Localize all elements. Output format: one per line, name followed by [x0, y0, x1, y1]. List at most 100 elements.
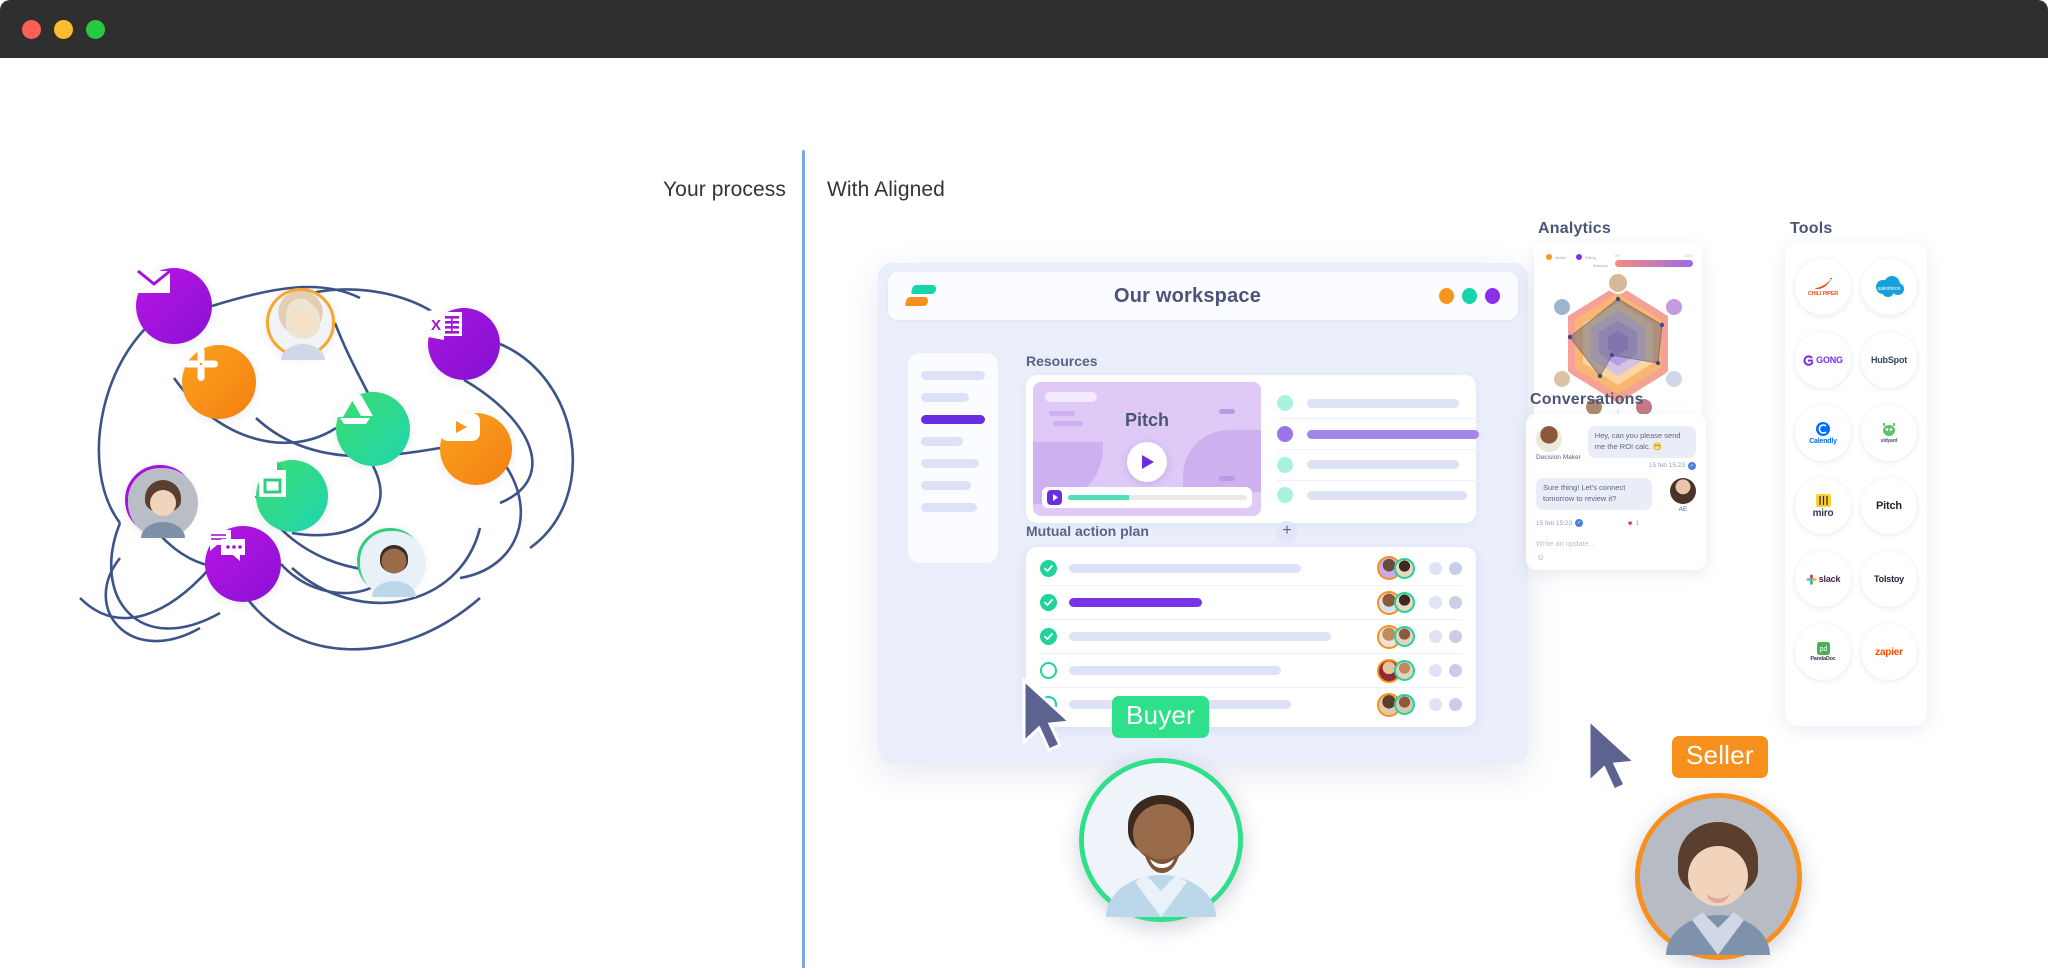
resource-item[interactable] [1277, 418, 1479, 449]
vidyard-icon [1883, 423, 1895, 436]
row-status-dots[interactable] [1429, 596, 1462, 609]
table-row[interactable] [1040, 585, 1462, 619]
tool-miro[interactable]: miro [1795, 478, 1851, 534]
table-row[interactable] [1040, 619, 1462, 653]
avatar-photo [1640, 798, 1796, 955]
reaction-heart-icon[interactable]: ♥ [1628, 519, 1633, 528]
checkbox-checked[interactable] [1040, 559, 1057, 577]
task-title-placeholder [1069, 632, 1331, 641]
google-docs-icon [259, 461, 286, 497]
tool-salesforce[interactable]: salesforce [1861, 259, 1917, 315]
message-meta: 15 feb 15:23 ✓ ♥ 1 [1536, 519, 1696, 528]
slack-icon [1806, 574, 1817, 585]
window-titlebar [0, 0, 2048, 58]
tool-pandadoc[interactable]: pd PandaDoc [1795, 624, 1851, 680]
sidebar-item[interactable] [921, 371, 985, 380]
row-status-dots[interactable] [1429, 664, 1462, 677]
conversations-card: Decision Maker Hey, can you please send … [1526, 414, 1706, 570]
workspace-sidebar[interactable] [908, 353, 998, 563]
resources-label: Resources [1026, 353, 1098, 369]
reaction-count: 1 [1635, 519, 1640, 527]
tool-pitch[interactable]: Pitch [1861, 478, 1917, 534]
conversation-composer[interactable]: Write an update... ☺ [1536, 539, 1696, 562]
tool-label: vidyard [1880, 438, 1898, 444]
youtube-node[interactable] [440, 413, 512, 485]
workspace-header: Our workspace [888, 272, 1518, 320]
row-status-dots[interactable] [1429, 561, 1462, 575]
emoji-icon[interactable]: ☺ [1536, 552, 1696, 562]
gdrive-node[interactable] [336, 392, 410, 466]
assignee-avatars[interactable] [1377, 658, 1415, 683]
checkbox-checked[interactable] [1040, 594, 1057, 611]
mini-play-icon[interactable] [1047, 490, 1062, 505]
minimize-button[interactable] [54, 19, 73, 39]
chart-legend: Active Sitting [1546, 254, 1596, 260]
avatar-photo [360, 531, 426, 597]
tool-tolstoy[interactable]: Tolstoy [1861, 551, 1917, 607]
avatar-node-2[interactable] [125, 465, 198, 538]
aligned-product-mock: Our workspace Resources Pitch Mutual act… [820, 198, 2000, 958]
task-title-placeholder [1069, 666, 1281, 675]
checkbox-checked[interactable] [1040, 628, 1057, 645]
sidebar-item[interactable] [921, 393, 969, 402]
add-action-item-button[interactable]: + [1276, 521, 1298, 543]
workspace-window-dots [1439, 288, 1500, 304]
email-node[interactable] [136, 268, 212, 344]
maximize-button[interactable] [86, 19, 105, 39]
assignee-avatars[interactable] [1377, 590, 1415, 615]
gdocs-node[interactable] [256, 460, 328, 532]
legend-item-active: Active [1546, 254, 1566, 260]
message-input-placeholder[interactable]: Write an update... [1536, 539, 1696, 548]
avatar-node-1[interactable] [266, 288, 335, 360]
resource-item[interactable] [1277, 479, 1479, 511]
pitch-video-thumbnail[interactable]: Pitch [1033, 382, 1261, 516]
table-row[interactable] [1040, 687, 1462, 721]
resource-item[interactable] [1277, 388, 1479, 418]
row-status-dots[interactable] [1429, 630, 1462, 643]
calendly-icon [1816, 422, 1830, 436]
tool-zapier[interactable]: zapier [1861, 624, 1917, 680]
pitch-progress-bar[interactable] [1042, 487, 1252, 508]
tool-slack[interactable]: slack [1795, 551, 1851, 607]
status-dot [1277, 426, 1293, 443]
chat-node[interactable] [205, 526, 281, 602]
summary-progress: 0% 100% Summary [1593, 254, 1693, 268]
tool-chili-piper[interactable]: CHILI PIPER [1795, 259, 1851, 315]
row-status-dots[interactable] [1429, 698, 1462, 711]
chat-bubbles-icon [207, 530, 245, 561]
sidebar-item[interactable] [921, 437, 963, 446]
table-row[interactable] [1040, 653, 1462, 687]
resource-title-placeholder [1307, 429, 1479, 439]
tool-calendly[interactable]: Calendly [1795, 405, 1851, 461]
avatar-node-3[interactable] [357, 528, 426, 597]
close-button[interactable] [22, 19, 41, 39]
salesforce-icon: salesforce [1876, 276, 1904, 297]
resource-title-placeholder [1307, 460, 1459, 470]
excel-node[interactable]: X [428, 308, 500, 380]
svg-text:salesforce: salesforce [1878, 286, 1901, 292]
sidebar-item[interactable] [921, 459, 979, 468]
tool-hubspot[interactable]: HubSpot [1861, 332, 1917, 388]
resource-item[interactable] [1277, 448, 1479, 480]
progress-bar [1615, 260, 1693, 267]
slack-node[interactable] [182, 345, 256, 419]
tool-vidyard[interactable]: vidyard [1861, 405, 1917, 461]
tool-gong[interactable]: GONG [1795, 332, 1851, 388]
tool-label: HubSpot [1870, 355, 1908, 365]
seller-role-badge: Seller [1672, 736, 1768, 778]
app-window: Your process With Aligned X Our workspac… [0, 0, 2048, 968]
message-sender: Decision Maker [1536, 454, 1581, 461]
gong-icon [1803, 354, 1814, 366]
sidebar-item-active[interactable] [921, 415, 985, 424]
miro-icon [1815, 493, 1831, 507]
sidebar-item[interactable] [921, 503, 977, 512]
action-plan-label: Mutual action plan [1026, 523, 1149, 539]
mutual-action-plan-card [1026, 547, 1476, 727]
sidebar-item[interactable] [921, 481, 971, 490]
progress-track[interactable] [1068, 495, 1247, 500]
assignee-avatars[interactable] [1377, 556, 1415, 580]
table-row[interactable] [1040, 551, 1462, 585]
play-icon[interactable] [1127, 442, 1167, 482]
assignee-avatars[interactable] [1377, 624, 1415, 649]
assignee-avatars[interactable] [1377, 692, 1415, 717]
